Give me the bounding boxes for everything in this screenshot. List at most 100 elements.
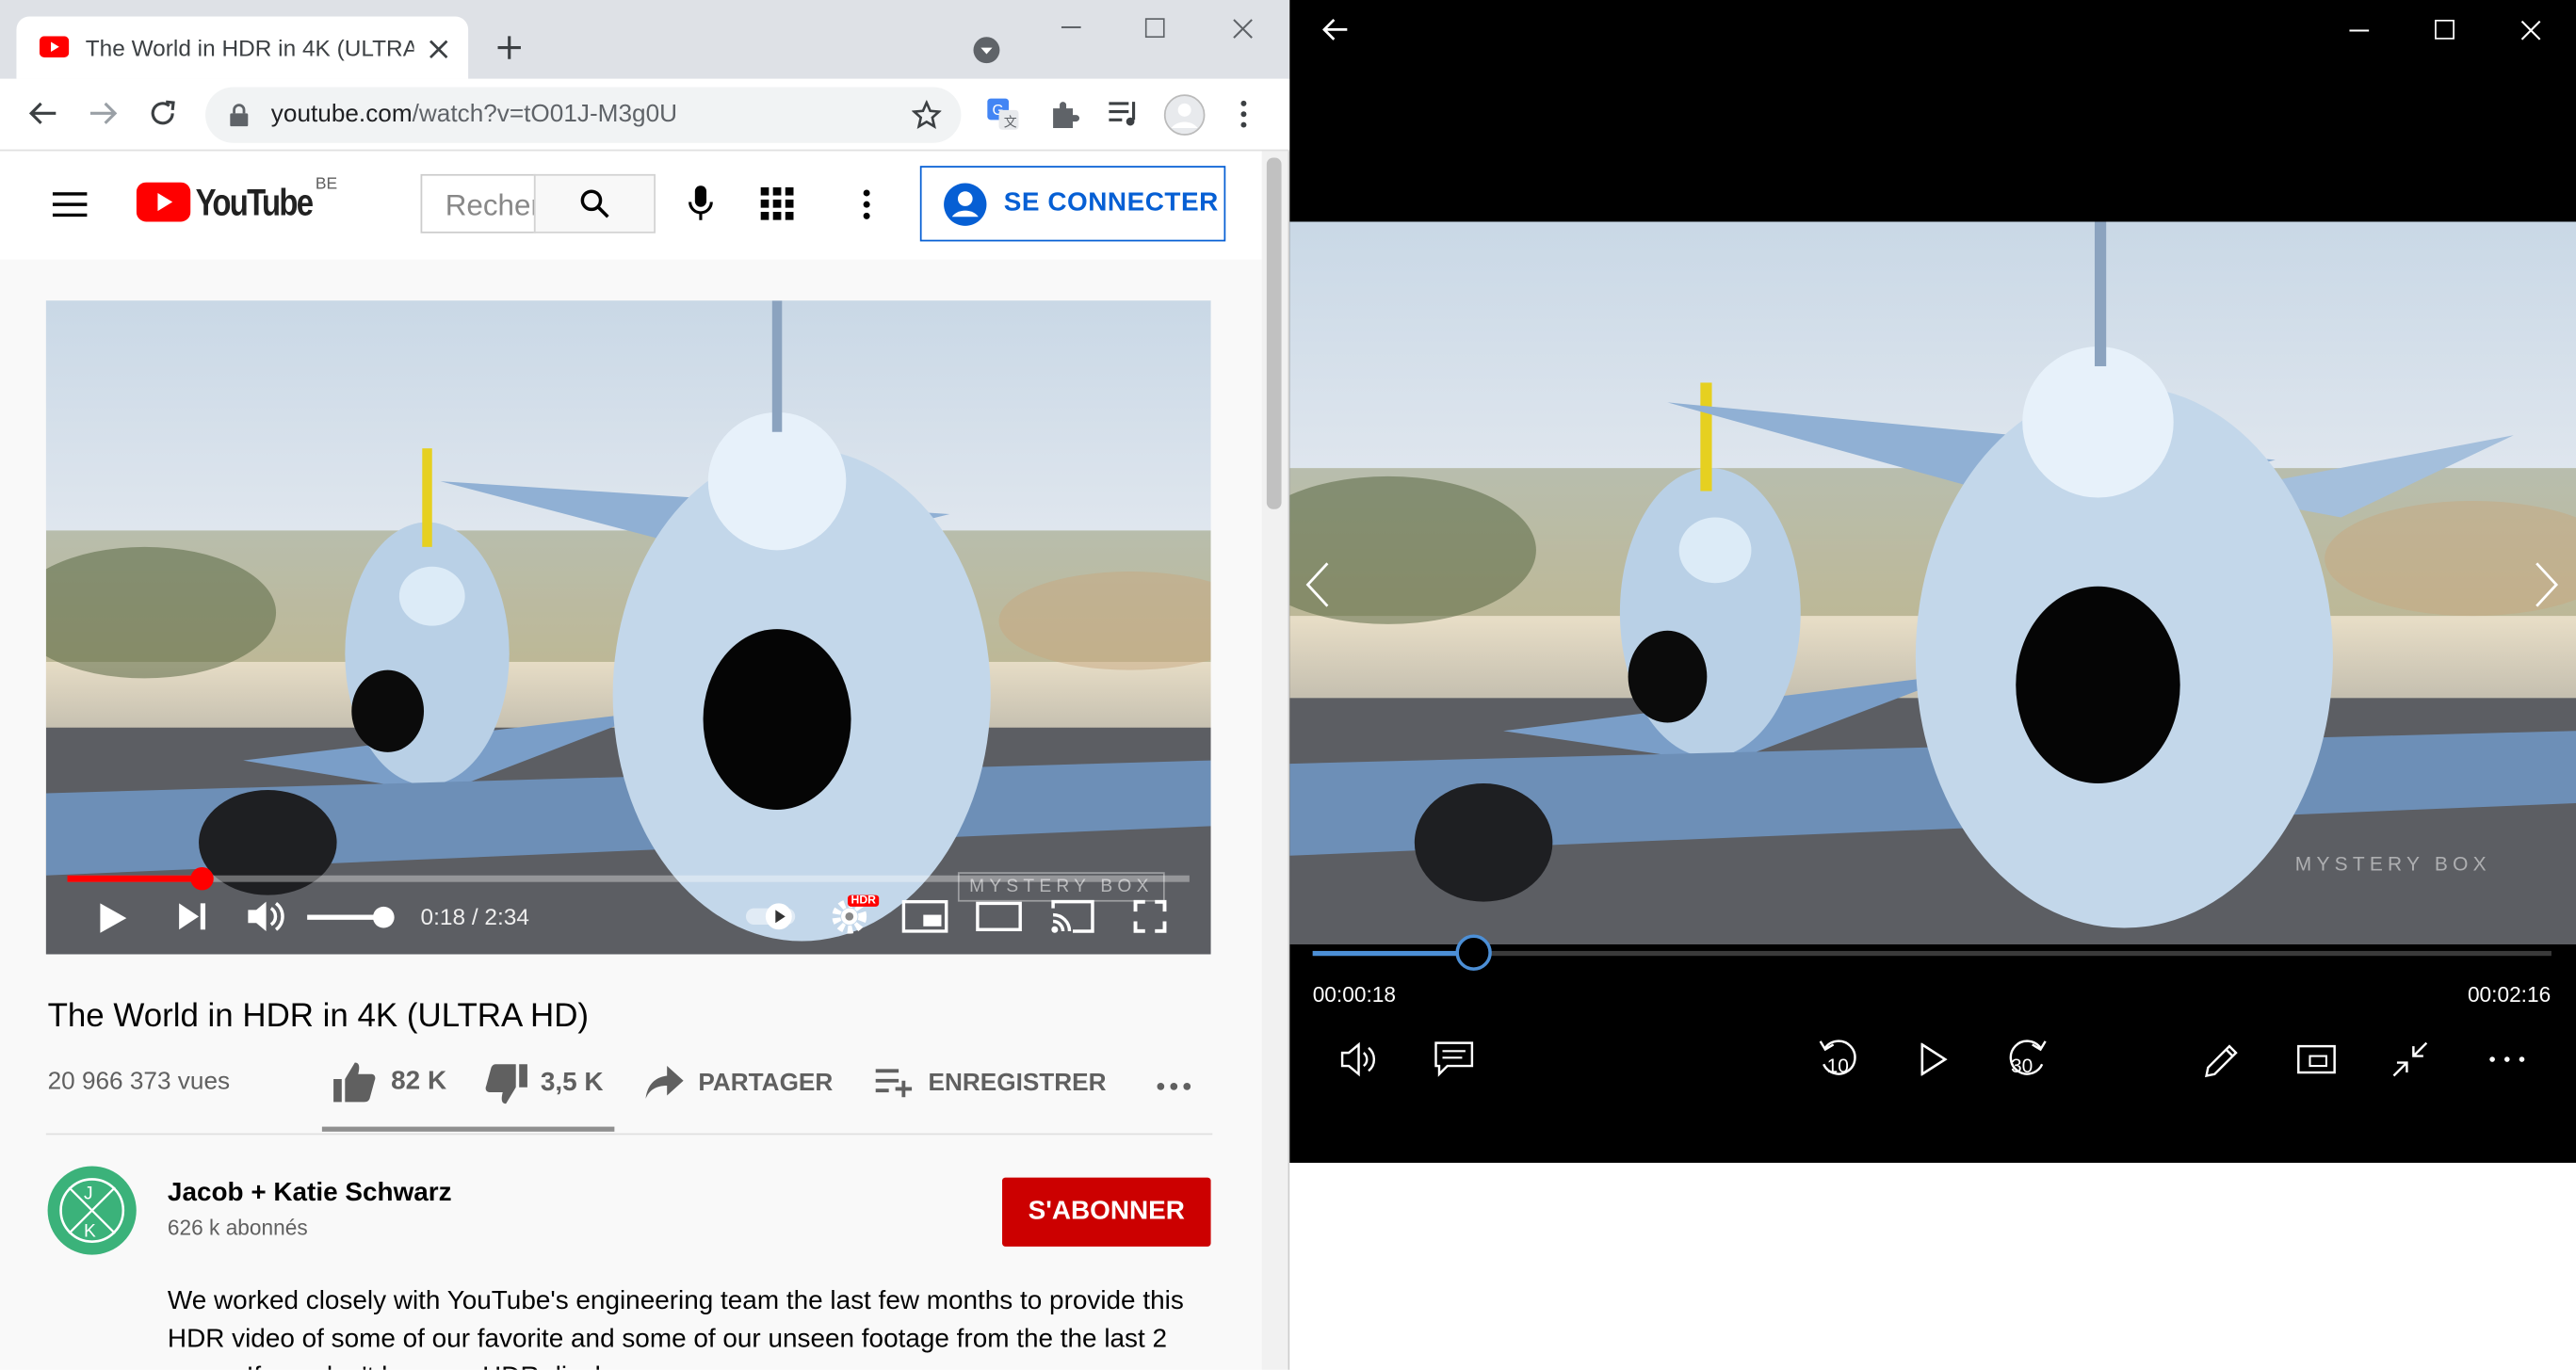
skip-forward-button[interactable]: 30	[2006, 1038, 2049, 1084]
youtube-logo-text: YouTube	[195, 180, 315, 223]
svg-text:文: 文	[1004, 114, 1017, 129]
profile-avatar-icon[interactable]	[1163, 93, 1206, 136]
url-host: youtube.com	[270, 100, 413, 129]
hamburger-menu-icon[interactable]	[52, 192, 88, 218]
lock-icon	[230, 104, 249, 127]
previous-chevron-icon[interactable]	[1304, 560, 1331, 609]
video-player[interactable]: MYSTERY BOX 0:18 / 2:34 HDR	[45, 300, 1211, 955]
media-player-window: MYSTERY BOX 00:00:18 00:02:16 10 30	[1289, 0, 2576, 1163]
address-bar[interactable]: youtube.com/watch?v=tO01J-M3g0U	[205, 87, 962, 143]
skip-back-button[interactable]: 10	[1817, 1038, 1859, 1084]
video-frame-jets	[1289, 221, 2576, 944]
next-chevron-icon[interactable]	[2534, 560, 2560, 609]
reload-icon[interactable]	[148, 99, 177, 128]
share-button[interactable]: PARTAGER	[644, 1064, 834, 1100]
svg-text:J: J	[84, 1184, 93, 1203]
forward-icon[interactable]	[89, 100, 118, 126]
translate-icon[interactable]: G文	[986, 97, 1021, 132]
miniplayer-icon[interactable]	[901, 899, 948, 933]
youtube-logo-icon	[136, 182, 191, 222]
sign-in-button[interactable]: SE CONNECTER	[919, 166, 1226, 242]
close-tab-icon[interactable]	[429, 40, 448, 59]
new-tab-icon[interactable]	[496, 35, 523, 61]
browser-tab[interactable]: The World in HDR in 4K (ULTRA HD)	[16, 16, 469, 79]
divider	[45, 1133, 1213, 1136]
player-time: 0:18 / 2:34	[420, 903, 529, 930]
region-code: BE	[315, 175, 338, 194]
viewer-volume-icon[interactable]	[1340, 1041, 1382, 1077]
desktop-background	[1289, 1162, 2576, 1370]
scrollbar-thumb[interactable]	[1266, 157, 1282, 509]
apps-grid-icon[interactable]	[760, 186, 794, 220]
progress-played	[67, 875, 203, 882]
dislike-button[interactable]: 3,5 K	[485, 1063, 604, 1105]
extensions-icon[interactable]	[1048, 99, 1080, 130]
bookmark-star-icon[interactable]	[912, 100, 942, 129]
settings-menu-icon[interactable]	[863, 189, 871, 220]
like-count: 82 K	[391, 1067, 447, 1096]
viewer-seek-bar[interactable]	[1312, 934, 2552, 971]
search-input[interactable]: Rechercher	[420, 173, 536, 234]
channel-name[interactable]: Jacob + Katie Schwarz	[168, 1179, 452, 1208]
maximize-icon[interactable]	[1144, 18, 1165, 39]
theater-mode-icon[interactable]	[976, 901, 1022, 932]
exit-fullscreen-icon[interactable]	[2390, 1040, 2430, 1079]
youtube-logo[interactable]: YouTube	[136, 177, 338, 226]
channel-avatar[interactable]: JK	[46, 1165, 138, 1257]
volume-slider[interactable]	[307, 906, 396, 928]
share-label: PARTAGER	[698, 1068, 834, 1097]
viewer-seek-played	[1312, 950, 1474, 957]
back-arrow-icon[interactable]	[1322, 18, 1349, 40]
account-icon	[944, 182, 987, 225]
media-control-icon[interactable]	[1108, 99, 1141, 128]
viewer-video-frame[interactable]: MYSTERY BOX	[1289, 221, 2576, 944]
video-frame-jets	[45, 300, 1211, 955]
video-description: We worked closely with YouTube's enginee…	[167, 1287, 1184, 1370]
close-window-icon[interactable]	[1232, 18, 1254, 40]
next-icon[interactable]	[177, 902, 206, 931]
viewer-close-icon[interactable]	[2520, 20, 2542, 41]
fullscreen-icon[interactable]	[1133, 899, 1167, 933]
minimize-icon[interactable]	[1061, 25, 1081, 29]
subtitles-icon[interactable]	[1434, 1041, 1474, 1077]
save-label: ENREGISTRER	[928, 1068, 1107, 1097]
viewer-seek-thumb[interactable]	[1455, 934, 1492, 971]
volume-icon[interactable]	[247, 898, 286, 934]
subscribe-label: S'ABONNER	[1028, 1197, 1185, 1226]
youtube-favicon-icon	[39, 36, 70, 58]
viewer-minimize-icon[interactable]	[2349, 29, 2370, 32]
play-icon[interactable]	[99, 902, 128, 935]
viewer-more-icon[interactable]	[2489, 1056, 2525, 1063]
sign-in-label: SE CONNECTER	[1003, 188, 1219, 218]
edit-pencil-icon[interactable]	[2201, 1041, 2241, 1081]
viewer-current-time: 00:00:18	[1312, 982, 1396, 1007]
thumbs-up-icon	[333, 1062, 376, 1103]
chrome-menu-icon[interactable]	[1240, 100, 1247, 128]
browser-window: The World in HDR in 4K (ULTRA HD) youtub…	[0, 0, 1290, 1370]
playlist-add-icon	[875, 1069, 913, 1098]
mini-view-icon[interactable]	[2297, 1044, 2337, 1074]
sentiment-bar	[321, 1126, 615, 1132]
search-icon	[580, 189, 609, 218]
subscribe-button[interactable]: S'ABONNER	[1002, 1177, 1211, 1247]
like-button[interactable]: 82 K	[332, 1061, 446, 1104]
view-count: 20 966 373 vues	[47, 1067, 231, 1096]
autoplay-toggle-icon[interactable]	[744, 896, 800, 936]
cast-icon[interactable]	[1050, 898, 1096, 934]
more-actions-icon[interactable]	[1157, 1082, 1191, 1090]
search-placeholder: Rechercher	[445, 188, 534, 222]
progress-bar[interactable]	[67, 866, 1190, 891]
search-button[interactable]	[533, 173, 656, 234]
save-button[interactable]: ENREGISTRER	[874, 1066, 1107, 1099]
microphone-icon[interactable]	[689, 185, 713, 221]
back-icon[interactable]	[28, 100, 57, 126]
video-title: The World in HDR in 4K (ULTRA HD)	[47, 998, 590, 1035]
tab-title: The World in HDR in 4K (ULTRA HD)	[85, 34, 414, 61]
viewer-maximize-icon[interactable]	[2435, 19, 2454, 40]
url-path: /watch?v=tO01J-M3g0U	[412, 100, 678, 129]
progress-scrubber[interactable]	[190, 866, 214, 891]
svg-text:K: K	[84, 1221, 96, 1241]
viewer-play-icon[interactable]	[1919, 1042, 1948, 1076]
hdr-badge: HDR	[848, 895, 880, 907]
tab-search-icon[interactable]	[973, 36, 1001, 64]
